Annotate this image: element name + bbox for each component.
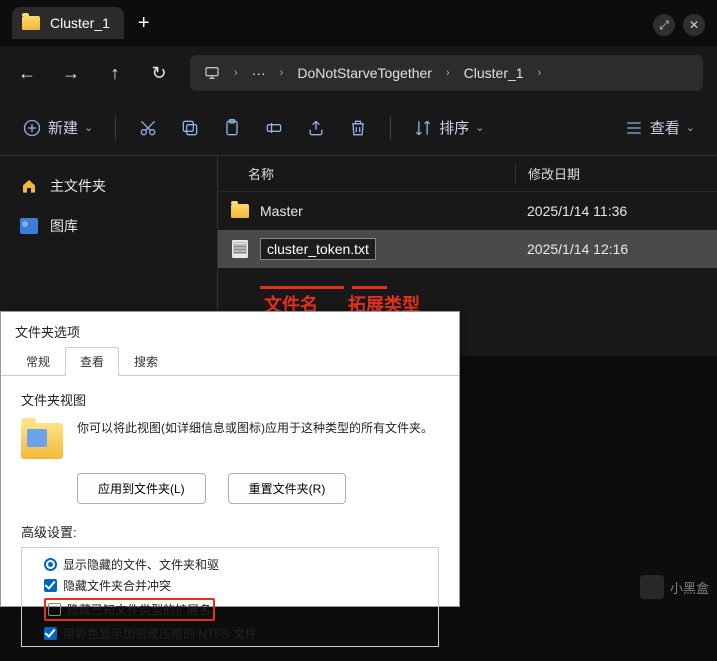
- checkbox-icon[interactable]: [44, 579, 57, 592]
- opt-hide-extensions[interactable]: 隐藏已知文件类型的扩展名: [30, 596, 430, 623]
- advanced-list: 显示隐藏的文件、文件夹和驱 隐藏文件夹合并冲突 隐藏已知文件类型的扩展名 用彩色…: [21, 547, 439, 647]
- paste-button[interactable]: [222, 118, 242, 138]
- tab-title: Cluster_1: [50, 15, 110, 31]
- view-button[interactable]: 查看 ⌄: [624, 117, 695, 138]
- toolbar: 新建 ⌄ 排序 ⌄ 查看 ⌄: [0, 100, 717, 156]
- file-row-folder[interactable]: Master 2025/1/14 11:36: [218, 192, 717, 230]
- dialog-title: 文件夹选项: [1, 312, 459, 347]
- separator: [390, 116, 391, 140]
- chevron-right-icon: ›: [234, 67, 238, 79]
- unknown-header-icon[interactable]: ⤢: [653, 14, 675, 36]
- chevron-right-icon: ›: [446, 67, 450, 79]
- chevron-right-icon: ›: [280, 67, 284, 79]
- folder-options-dialog: 文件夹选项 常规 查看 搜索 文件夹视图 你可以将此视图(如详细信息或图标)应用…: [0, 311, 460, 607]
- breadcrumb-dots: ···: [252, 65, 266, 81]
- file-row-selected[interactable]: cluster_token.txt 2025/1/14 12:16: [218, 230, 717, 268]
- opt-ntfs-color[interactable]: 用彩色显示加密或压缩的 NTFS 文件: [30, 623, 430, 644]
- file-name: Master: [260, 203, 515, 219]
- delete-button[interactable]: [348, 118, 368, 138]
- home-icon: [20, 178, 38, 194]
- chevron-down-icon: ⌄: [686, 121, 695, 134]
- opt-show-hidden[interactable]: 显示隐藏的文件、文件夹和驱: [30, 554, 430, 575]
- cut-button[interactable]: [138, 118, 158, 138]
- tab-general[interactable]: 常规: [11, 347, 65, 375]
- annotation-highlight-box: 隐藏已知文件类型的扩展名: [44, 598, 215, 621]
- breadcrumb-seg[interactable]: DoNotStarveTogether: [297, 65, 432, 81]
- back-button[interactable]: ←: [14, 63, 40, 84]
- advanced-title: 高级设置:: [21, 522, 439, 541]
- columns-header: 名称 修改日期: [218, 156, 717, 192]
- chevron-right-icon: ›: [538, 67, 542, 79]
- dialog-tabs: 常规 查看 搜索: [1, 347, 459, 376]
- up-button[interactable]: ↑: [102, 63, 128, 84]
- file-date: 2025/1/14 12:16: [515, 241, 705, 257]
- monitor-icon: [204, 65, 220, 81]
- checkbox-icon[interactable]: [44, 627, 57, 640]
- watermark-icon: [640, 575, 664, 599]
- tab-search[interactable]: 搜索: [119, 347, 173, 375]
- refresh-button[interactable]: ↻: [146, 63, 172, 84]
- annotation-underline: [260, 286, 344, 289]
- forward-button[interactable]: →: [58, 63, 84, 84]
- checkbox-icon[interactable]: [48, 603, 61, 616]
- opt-merge-conflict[interactable]: 隐藏文件夹合并冲突: [30, 575, 430, 596]
- close-header-icon[interactable]: ✕: [683, 14, 705, 36]
- watermark: 小黑盒: [640, 575, 709, 599]
- sidebar-pictures[interactable]: 图库: [8, 208, 209, 244]
- copy-button[interactable]: [180, 118, 200, 138]
- apply-to-folders-button[interactable]: 应用到文件夹(L): [77, 473, 206, 504]
- folder-icon: [231, 204, 249, 218]
- sidebar-home[interactable]: 主文件夹: [8, 168, 209, 204]
- breadcrumb-seg[interactable]: Cluster_1: [464, 65, 524, 81]
- window-tabs: Cluster_1 +: [0, 0, 717, 46]
- tab-view[interactable]: 查看: [65, 347, 119, 376]
- text-file-icon: [232, 240, 248, 258]
- rename-button[interactable]: [264, 118, 284, 138]
- chevron-down-icon: ⌄: [475, 121, 484, 134]
- folderview-icon: [21, 423, 63, 459]
- picture-icon: [20, 218, 38, 234]
- column-date[interactable]: 修改日期: [515, 164, 705, 183]
- share-button[interactable]: [306, 118, 326, 138]
- folderview-title: 文件夹视图: [21, 390, 439, 409]
- sort-button[interactable]: 排序 ⌄: [413, 117, 484, 138]
- separator: [115, 116, 116, 140]
- breadcrumb[interactable]: › ··· › DoNotStarveTogether › Cluster_1 …: [190, 55, 703, 91]
- active-tab[interactable]: Cluster_1: [12, 7, 124, 39]
- filename-editing[interactable]: cluster_token.txt: [260, 238, 376, 260]
- reset-folders-button[interactable]: 重置文件夹(R): [228, 473, 347, 504]
- file-date: 2025/1/14 11:36: [515, 203, 705, 219]
- folderview-text: 你可以将此视图(如详细信息或图标)应用于这种类型的所有文件夹。: [77, 419, 439, 438]
- address-bar: ← → ↑ ↻ › ··· › DoNotStarveTogether › Cl…: [0, 46, 717, 100]
- annotation-underline: [352, 286, 387, 289]
- new-button[interactable]: 新建 ⌄: [22, 117, 93, 138]
- chevron-down-icon: ⌄: [84, 121, 93, 134]
- folder-icon: [22, 16, 40, 30]
- radio-icon[interactable]: [44, 558, 57, 571]
- column-name[interactable]: 名称: [230, 164, 515, 183]
- new-tab-button[interactable]: +: [138, 12, 150, 35]
